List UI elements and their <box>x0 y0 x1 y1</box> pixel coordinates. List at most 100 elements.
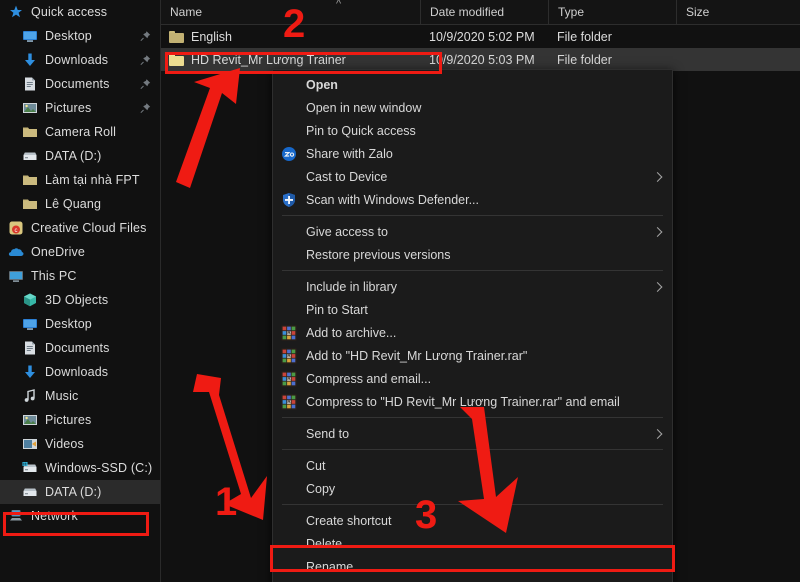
menu-item-label: Copy <box>306 481 336 496</box>
type-cell: File folder <box>557 29 612 44</box>
table-row[interactable]: English 10/9/2020 5:02 PM File folder <box>161 25 800 48</box>
menu-item-label: Restore previous versions <box>306 247 451 262</box>
creative-cloud-icon: c <box>8 220 24 236</box>
menu-item-include-in-library[interactable]: Include in library <box>273 275 672 298</box>
menu-item-pin-to-quick-access[interactable]: Pin to Quick access <box>273 119 672 142</box>
sidebar-item-label: DATA (D:) <box>45 485 102 499</box>
desktop-icon <box>22 28 38 44</box>
sidebar-item-downloads[interactable]: Downloads <box>0 360 160 384</box>
menu-item-open-in-new-window[interactable]: Open in new window <box>273 96 672 119</box>
menu-item-cast-to-device[interactable]: Cast to Device <box>273 165 672 188</box>
sidebar-item-3d-objects[interactable]: 3D Objects <box>0 288 160 312</box>
menu-item-label: Give access to <box>306 224 388 239</box>
navigation-pane[interactable]: Quick access Desktop Downloads Documents Pic… <box>0 0 161 582</box>
sidebar-item-label: Pictures <box>45 101 92 115</box>
pictures-icon <box>22 100 38 116</box>
sidebar-item-documents[interactable]: Documents <box>0 336 160 360</box>
menu-item-label: Cast to Device <box>306 169 388 184</box>
step-number-2: 2 <box>283 2 306 46</box>
winrar-icon: R <box>281 325 297 341</box>
sidebar-item-label: Downloads <box>45 53 109 67</box>
column-header-type[interactable]: Type <box>548 0 676 24</box>
sidebar-item-l-m-t-i-nh-fpt[interactable]: Làm tại nhà FPT <box>0 168 160 192</box>
sidebar-item-music[interactable]: Music <box>0 384 160 408</box>
date-modified-cell: 10/9/2020 5:02 PM <box>429 29 535 44</box>
file-name-cell[interactable]: English <box>169 30 232 44</box>
chevron-right-icon <box>652 226 663 237</box>
menu-item-scan-with-windows-defender[interactable]: Scan with Windows Defender... <box>273 188 672 211</box>
menu-item-label: Add to archive... <box>306 325 397 340</box>
type-cell: File folder <box>557 52 612 67</box>
sidebar-item-pictures[interactable]: Pictures <box>0 96 160 120</box>
sidebar-item-label: Desktop <box>45 29 92 43</box>
sidebar-item-onedrive[interactable]: OneDrive <box>0 240 160 264</box>
menu-item-pin-to-start[interactable]: Pin to Start <box>273 298 672 321</box>
menu-item-label: Include in library <box>306 279 398 294</box>
menu-item-give-access-to[interactable]: Give access to <box>273 220 672 243</box>
this-pc-icon <box>8 268 24 284</box>
sidebar-item-label: Desktop <box>45 317 92 331</box>
pin-icon[interactable] <box>140 79 151 90</box>
sidebar-item-this-pc[interactable]: This PC <box>0 264 160 288</box>
folder-icon <box>22 124 38 140</box>
sidebar-item-label: DATA (D:) <box>45 149 102 163</box>
menu-item-label: Cut <box>306 458 326 473</box>
sort-ascending-icon: ^ <box>336 0 342 10</box>
menu-item-open[interactable]: Open <box>273 73 672 96</box>
sidebar-item-camera-roll[interactable]: Camera Roll <box>0 120 160 144</box>
sidebar-item-label: Quick access <box>31 5 108 19</box>
menu-item-label: Scan with Windows Defender... <box>306 192 479 207</box>
chevron-right-icon <box>652 281 663 292</box>
music-icon <box>22 388 38 404</box>
pin-icon[interactable] <box>140 31 151 42</box>
column-header-date-modified[interactable]: Date modified <box>420 0 548 24</box>
svg-text:c: c <box>15 228 18 234</box>
menu-item-compress-and-email[interactable]: R Compress and email... <box>273 367 672 390</box>
sidebar-item-desktop[interactable]: Desktop <box>0 312 160 336</box>
menu-item-label: Pin to Start <box>306 302 368 317</box>
sidebar-item-label: Pictures <box>45 413 92 427</box>
menu-item-share-with-zalo[interactable]: Share with Zalo <box>273 142 672 165</box>
highlight-box-drive <box>3 512 149 536</box>
sidebar-item-data-d[interactable]: DATA (D:) <box>0 144 160 168</box>
pin-icon[interactable] <box>140 103 151 114</box>
sidebar-item-label: 3D Objects <box>45 293 109 307</box>
sidebar-item-documents[interactable]: Documents <box>0 72 160 96</box>
drive-icon <box>22 148 38 164</box>
sidebar-item-desktop[interactable]: Desktop <box>0 24 160 48</box>
arrow-to-properties <box>458 407 518 533</box>
videos-icon <box>22 436 38 452</box>
menu-item-restore-previous-versions[interactable]: Restore previous versions <box>273 243 672 266</box>
sidebar-item-label: This PC <box>31 269 77 283</box>
sidebar-item-downloads[interactable]: Downloads <box>0 48 160 72</box>
menu-item-label: Share with Zalo <box>306 146 393 161</box>
menu-item-label: Open in new window <box>306 100 422 115</box>
menu-item-add-to-hd-revit-mr-l-ng-trainer-rar[interactable]: R Add to "HD Revit_Mr Lương Trainer.rar" <box>273 344 672 367</box>
download-icon <box>22 52 38 68</box>
sidebar-item-label: Windows-SSD (C:) <box>45 461 153 475</box>
sidebar-item-creative-cloud-files[interactable]: c Creative Cloud Files <box>0 216 160 240</box>
winrar-icon: R <box>281 348 297 364</box>
pin-icon[interactable] <box>140 55 151 66</box>
sidebar-item-pictures[interactable]: Pictures <box>0 408 160 432</box>
sidebar-item-data-d[interactable]: DATA (D:) <box>0 480 160 504</box>
sidebar-item-videos[interactable]: Videos <box>0 432 160 456</box>
menu-item-label: Pin to Quick access <box>306 123 416 138</box>
sidebar-item-quick-access[interactable]: Quick access <box>0 0 160 24</box>
menu-item-label: Open <box>306 77 338 92</box>
step-number-3: 3 <box>415 493 438 537</box>
menu-item-add-to-archive[interactable]: R Add to archive... <box>273 321 672 344</box>
3d-objects-icon <box>22 292 38 308</box>
menu-item-label: Send to <box>306 426 350 441</box>
sidebar-item-l-quang[interactable]: Lê Quang <box>0 192 160 216</box>
download-icon <box>22 364 38 380</box>
sidebar-item-label: Documents <box>45 77 110 91</box>
menu-item-label: Add to "HD Revit_Mr Lương Trainer.rar" <box>306 348 528 363</box>
arrow-to-folder <box>176 68 240 188</box>
sidebar-item-windows-ssd-c[interactable]: Windows-SSD (C:) <box>0 456 160 480</box>
chevron-right-icon <box>652 171 663 182</box>
folder-icon <box>169 30 184 43</box>
column-header-row[interactable]: Name Date modified Type Size ^ <box>161 0 800 25</box>
folder-icon <box>22 172 38 188</box>
column-header-size[interactable]: Size <box>676 0 791 24</box>
